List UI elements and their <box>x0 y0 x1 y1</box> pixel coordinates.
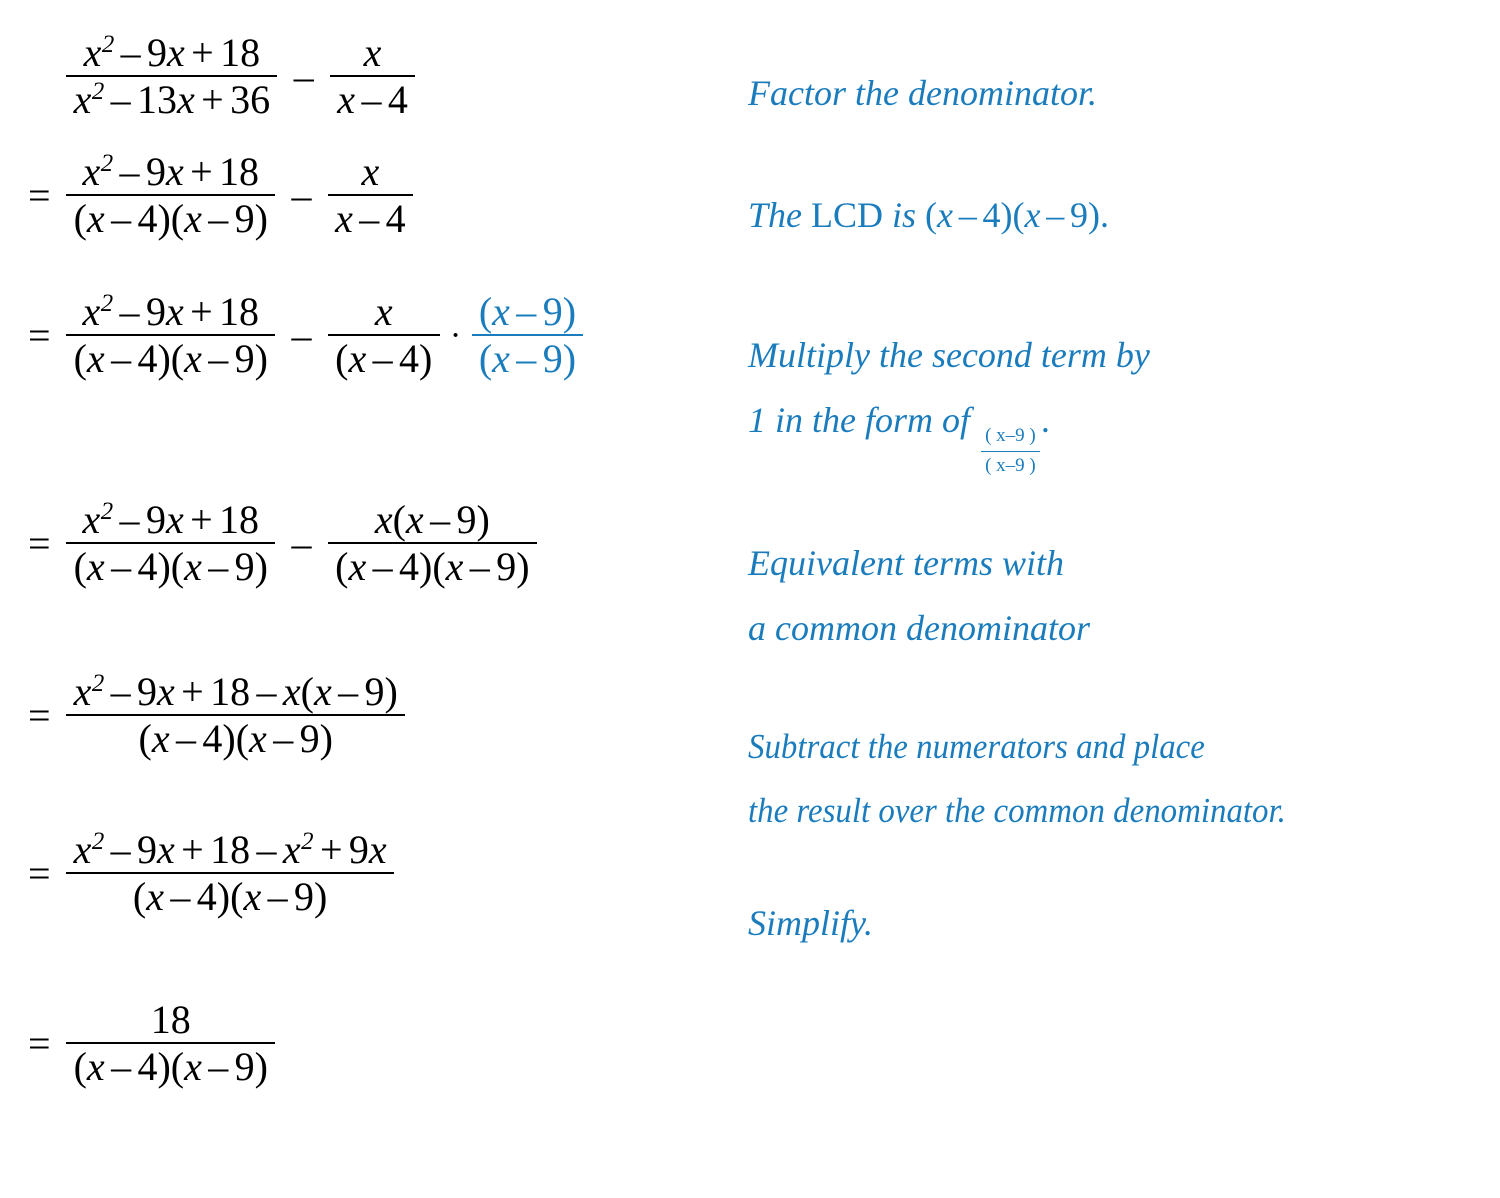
equation-step-4: = x2–9x +18 (x –4)(x –9) – x(x –9) (x –4)(x –9… <box>28 497 539 589</box>
annotation-lcd: The LCD is (x –4)(x –9). <box>748 190 1109 241</box>
denominator-step7: (x –4)(x –9) <box>73 1044 268 1089</box>
annotation-lcd-acronym: LCD <box>811 195 883 235</box>
annotation-subtract-numerators: Subtract the numerators and place the re… <box>748 722 1286 835</box>
fraction-step3-left: x2–9x +18 (x –4)(x –9) <box>66 289 276 381</box>
denominator-step4-right: (x –4)(x –9) <box>335 544 530 589</box>
fraction-bar <box>981 450 1040 453</box>
numerator-step4-right: x(x –9) <box>374 497 490 542</box>
numerator-step3-left: x2–9x +18 <box>82 289 260 334</box>
annotation-factor-the-denominator: Factor the denominator. <box>748 68 1097 119</box>
denominator-step3-blue: (x –9) <box>478 336 577 381</box>
fraction-step1-left: x2–9x +18 x2–13x +36 <box>66 30 278 122</box>
fraction-step5: x2–9x +18– x(x –9) (x –4)(x –9) <box>66 669 406 761</box>
annotation-line-2: a common denominator <box>748 608 1090 649</box>
denominator-step1-right: x –4 <box>337 77 408 122</box>
equation-step-6: = x2–9x +18– x2 +9x (x –4)(x –9) <box>28 827 396 919</box>
inline-fraction-denominator: ( x–9 ) <box>985 455 1036 477</box>
equation-step-3: = x2–9x +18 (x –4)(x –9) – x (x –4) · (x –9) … <box>28 289 586 381</box>
fraction-step2-right: x x –4 <box>327 149 413 241</box>
annotation-multiply-suffix: . <box>1041 400 1051 441</box>
equation-step-7-result: = 18 (x –4)(x –9) <box>28 1000 278 1087</box>
numerator-step4-left: x2–9x +18 <box>82 497 260 542</box>
minus-operator-step3: – <box>291 312 312 358</box>
fraction-step4-left: x2–9x +18 (x –4)(x –9) <box>66 497 276 589</box>
fraction-step2-left: x2–9x +18 (x –4)(x –9) <box>66 149 276 241</box>
numerator-step3-right: x <box>374 289 393 334</box>
equals-sign-step-7: = <box>28 1020 51 1066</box>
annotation-line: Simplify. <box>748 903 873 943</box>
inline-fraction-numerator: ( x–9 ) <box>985 424 1036 446</box>
equals-sign-step-3: = <box>28 312 51 358</box>
denominator-step2-left: (x –4)(x –9) <box>73 196 268 241</box>
equation-step-5: = x2–9x +18– x(x –9) (x –4)(x –9) <box>28 669 407 761</box>
fraction-step7: 18 (x –4)(x –9) <box>66 997 276 1089</box>
equals-sign-step-2: = <box>28 172 51 218</box>
denominator-step4-left: (x –4)(x –9) <box>73 544 268 589</box>
annotation-column: Factor the denominator. The LCD is (x –4)… <box>748 0 1500 1198</box>
denominator-step6: (x –4)(x –9) <box>132 874 328 919</box>
fraction-step3-right: x (x –4) <box>327 289 440 381</box>
annotation-line-2: 1 in the form of ( x–9 ) ( x–9 ). <box>748 395 1150 480</box>
annotation-multiply-prefix: 1 in the form of <box>748 400 979 441</box>
annotation-line-2: the result over the common denominator. <box>748 790 1286 830</box>
equation-step-2: = x2–9x +18 (x –4)(x –9) – x x –4 <box>28 149 415 241</box>
denominator-step3-left: (x –4)(x –9) <box>73 336 268 381</box>
minus-operator-step2: – <box>291 172 312 218</box>
numerator-step2-right: x <box>361 149 380 194</box>
equals-sign-step-5: = <box>28 692 51 738</box>
numerator-step1-right: x <box>363 30 382 75</box>
annotation-simplify: Simplify. <box>748 898 873 949</box>
annotation-line: Factor the denominator. <box>748 73 1097 113</box>
annotation-line-1: Subtract the numerators and place <box>748 727 1205 766</box>
annotation-lcd-middle: is <box>883 195 926 235</box>
equals-sign-step-4: = <box>28 520 51 566</box>
denominator-step1-left: x2–13x +36 <box>73 77 271 122</box>
denominator-step2-right: x –4 <box>335 196 406 241</box>
numerator-step3-blue: (x –9) <box>478 289 577 334</box>
inline-fraction-one: ( x–9 ) ( x–9 ) <box>981 423 1040 481</box>
numerator-step1-left: x2–9x +18 <box>83 30 261 75</box>
equation-work-column: = x2–9x+18 x2–13x+36 – x x–4 = x2–9x+18 … <box>0 0 720 1198</box>
fraction-step6: x2–9x +18– x2 +9x (x –4)(x –9) <box>66 827 394 919</box>
annotation-line-1: Equivalent terms with <box>748 543 1064 583</box>
fraction-step1-right: x x –4 <box>330 30 416 122</box>
denominator-step5: (x –4)(x –9) <box>138 716 333 761</box>
fraction-step3-blue-one: (x –9) (x –9) <box>471 289 584 381</box>
numerator-step7: 18 <box>150 997 191 1042</box>
equals-sign-step-6: = <box>28 850 51 896</box>
equation-step-1: = x2–9x+18 x2–13x+36 – x x–4 <box>28 30 417 122</box>
numerator-step5: x2–9x +18– x(x –9) <box>73 669 398 714</box>
annotation-lcd-expression: (x –4)(x –9). <box>925 195 1109 235</box>
denominator-step3-right: (x –4) <box>335 336 433 381</box>
minus-operator-step1: – <box>293 53 314 99</box>
annotation-lcd-prefix: The <box>748 195 811 235</box>
annotation-multiply-by-one: Multiply the second term by 1 in the for… <box>748 330 1150 480</box>
multiplication-dot-step3: · <box>449 316 462 354</box>
annotation-line-1: Multiply the second term by <box>748 335 1150 375</box>
fraction-step4-right: x(x –9) (x –4)(x –9) <box>327 497 537 589</box>
annotation-equivalent-terms: Equivalent terms with a common denominat… <box>748 538 1090 654</box>
numerator-step6: x2–9x +18– x2 +9x <box>73 827 387 872</box>
minus-operator-step4: – <box>291 520 312 566</box>
numerator-step2-left: x2–9x +18 <box>82 149 260 194</box>
